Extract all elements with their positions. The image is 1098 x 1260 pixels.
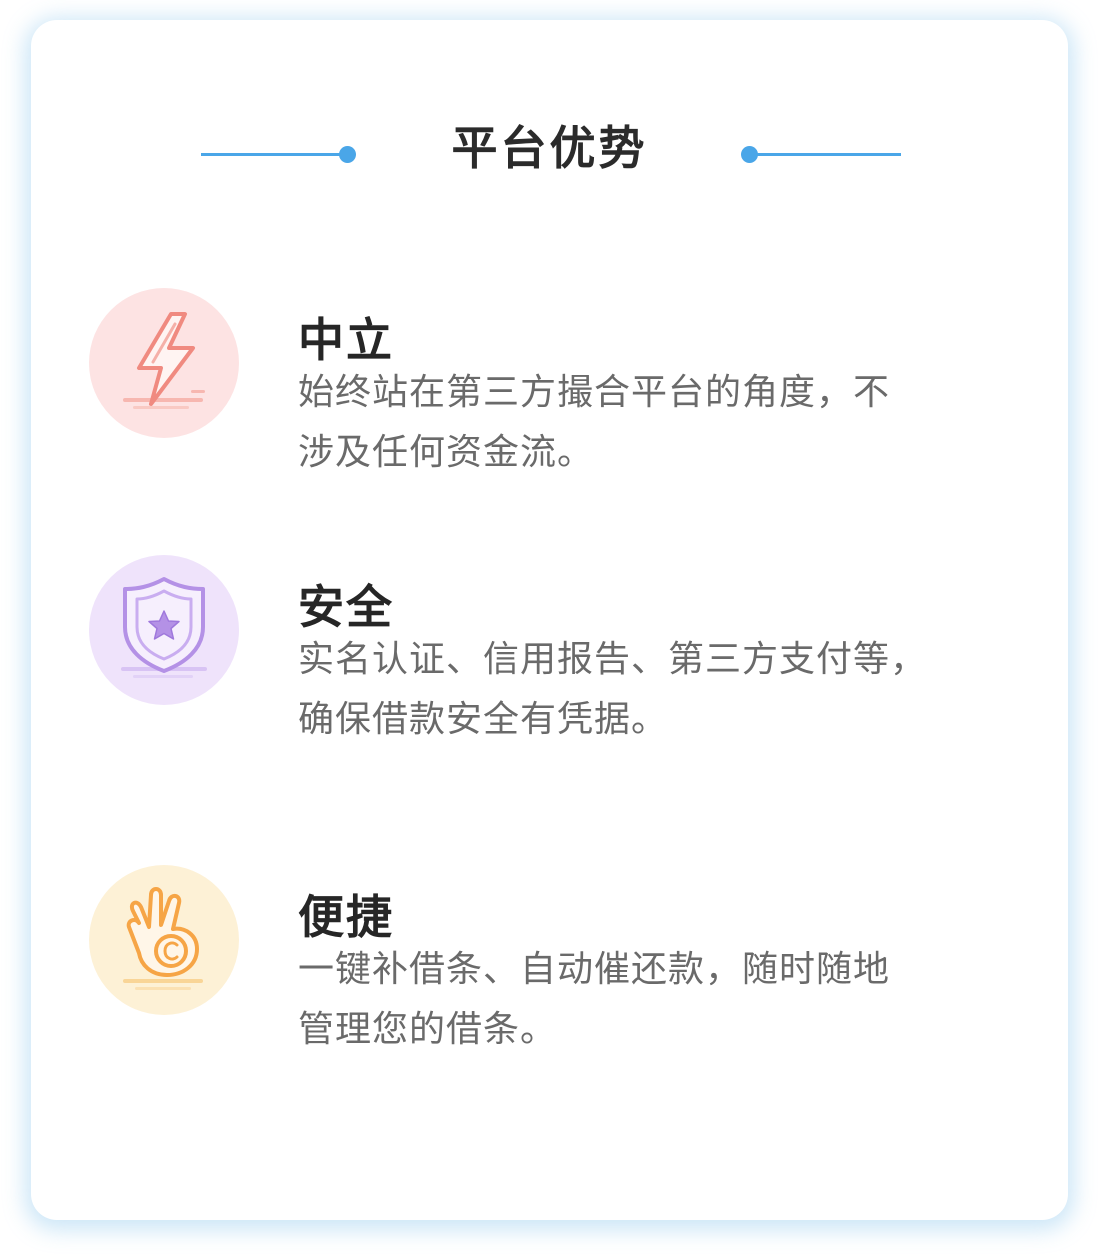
feature-title: 安全 bbox=[298, 580, 394, 634]
description-line: 管理您的借条。 bbox=[298, 1009, 558, 1050]
feature-description: 始终站在第三方撮合平台的角度，不 涉及任何资金流。 bbox=[298, 363, 998, 483]
description-line: 一键补借条、自动催还款，随时随地 bbox=[298, 949, 891, 990]
description-line: 确保借款安全有凭据。 bbox=[298, 699, 669, 740]
header-divider-right bbox=[753, 153, 901, 156]
feature-description: 一键补借条、自动催还款，随时随地 管理您的借条。 bbox=[298, 940, 998, 1060]
description-line: 实名认证、信用报告、第三方支付等， bbox=[298, 639, 928, 680]
platform-advantages-card: 平台优势 中立 始终站在第三方撮合平台的角度，不 涉及任何资金流。 安全 实名认… bbox=[31, 20, 1068, 1220]
description-line: 始终站在第三方撮合平台的角度，不 bbox=[298, 372, 891, 413]
feature-title: 中立 bbox=[298, 313, 394, 367]
lightning-icon bbox=[89, 288, 239, 438]
page: 平台优势 中立 始终站在第三方撮合平台的角度，不 涉及任何资金流。 安全 实名认… bbox=[0, 0, 1098, 1260]
shield-star-icon bbox=[89, 555, 239, 705]
description-line: 涉及任何资金流。 bbox=[298, 432, 595, 473]
section-title: 平台优势 bbox=[451, 121, 648, 175]
ok-hand-icon bbox=[89, 865, 239, 1015]
feature-description: 实名认证、信用报告、第三方支付等， 确保借款安全有凭据。 bbox=[298, 630, 998, 750]
feature-title: 便捷 bbox=[298, 890, 394, 944]
section-header: 平台优势 bbox=[31, 116, 1068, 180]
